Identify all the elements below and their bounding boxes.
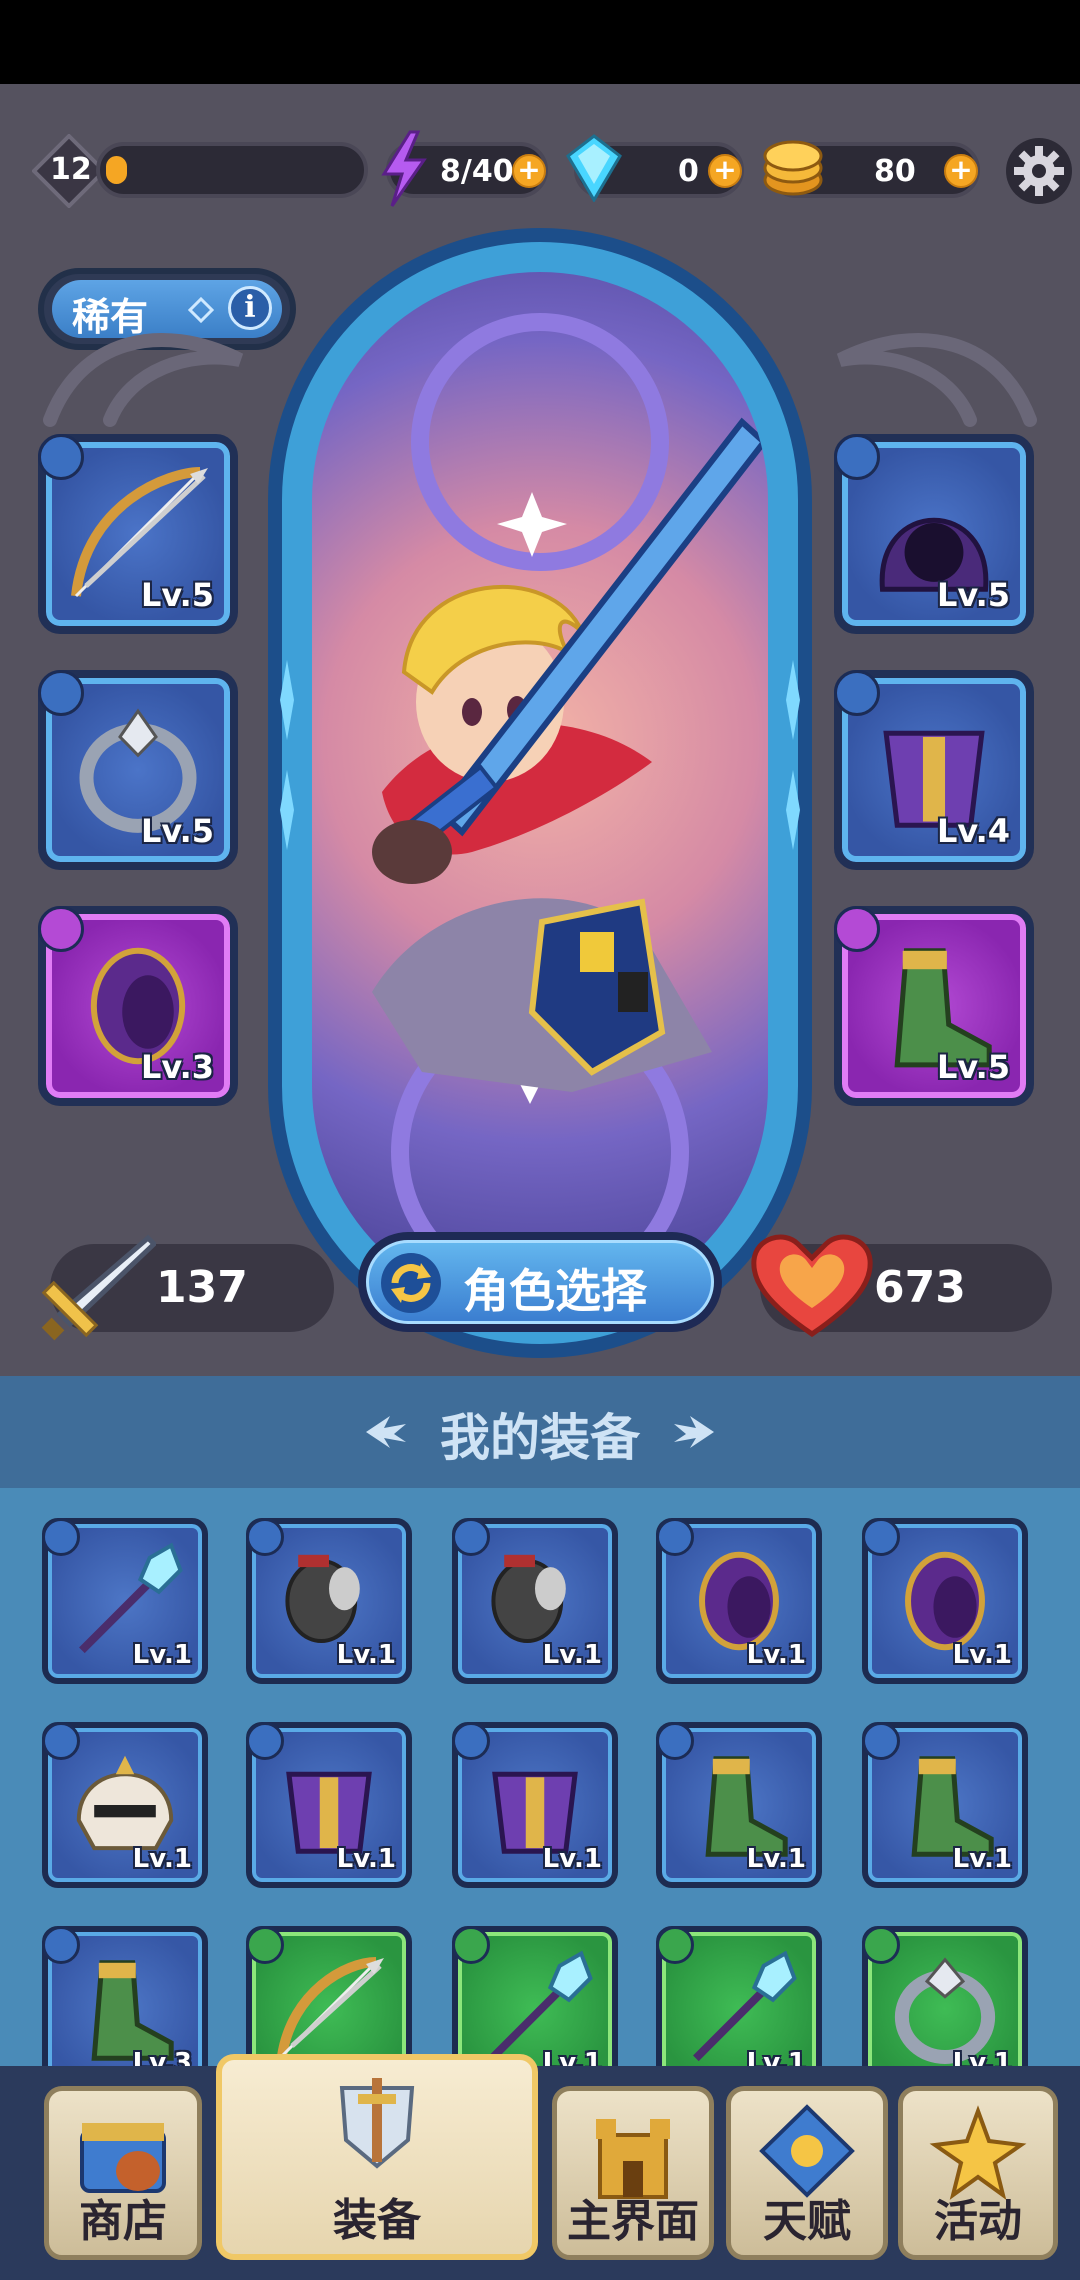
item-type-badge-icon bbox=[246, 1722, 284, 1760]
nav-event-button[interactable]: 活动 bbox=[898, 2086, 1058, 2260]
nav-label: 天赋 bbox=[763, 2196, 851, 2247]
inventory-item[interactable]: Lv.1 bbox=[246, 1722, 412, 1888]
item-level: Lv.1 bbox=[336, 1640, 396, 1670]
item-type-badge-icon bbox=[452, 1926, 490, 1964]
hero-equipment-slot[interactable]: Lv.3 bbox=[38, 906, 238, 1106]
item-level: Lv.1 bbox=[952, 1844, 1012, 1874]
item-type-badge-icon bbox=[246, 1926, 284, 1964]
gem-icon bbox=[566, 134, 622, 202]
inventory-item[interactable]: Lv.1 bbox=[42, 1722, 208, 1888]
item-level: Lv.1 bbox=[952, 1640, 1012, 1670]
inventory-title: 我的装备 bbox=[440, 1409, 640, 1467]
nav-label: 装备 bbox=[333, 2195, 421, 2246]
inventory-item[interactable]: Lv.1 bbox=[862, 1722, 1028, 1888]
nav-label: 活动 bbox=[934, 2196, 1022, 2247]
inventory-header: 我的装备 bbox=[0, 1376, 1080, 1488]
slot-type-badge-icon bbox=[38, 906, 84, 952]
slot-level: Lv.5 bbox=[936, 1048, 1010, 1086]
equipment-icon bbox=[339, 2078, 415, 2169]
gear-icon bbox=[1006, 138, 1072, 204]
status-bar bbox=[0, 0, 1080, 84]
inventory-item[interactable]: Lv.1 bbox=[862, 1518, 1028, 1684]
attack-value: 137 bbox=[156, 1262, 248, 1313]
coin-value: 80 bbox=[874, 154, 916, 189]
nav-equipment-button[interactable]: 装备 bbox=[216, 2054, 538, 2260]
item-type-badge-icon bbox=[862, 1926, 900, 1964]
item-type-badge-icon bbox=[656, 1926, 694, 1964]
item-level: Lv.1 bbox=[542, 1640, 602, 1670]
item-type-badge-icon bbox=[862, 1518, 900, 1556]
slot-level: Lv.5 bbox=[936, 576, 1010, 614]
character-select-pill: 角色选择 bbox=[366, 1240, 714, 1324]
hero-equipment-slot[interactable]: Lv.5 bbox=[38, 434, 238, 634]
nav-castle-button[interactable]: 主界面 bbox=[552, 2086, 714, 2260]
coin-stack-icon bbox=[763, 140, 823, 196]
character-select-label: 角色选择 bbox=[463, 1264, 647, 1318]
lightning-icon bbox=[381, 130, 427, 207]
hp-value: 673 bbox=[874, 1262, 966, 1313]
item-type-badge-icon bbox=[42, 1722, 80, 1760]
add-energy-button[interactable]: + bbox=[512, 154, 546, 188]
add-gems-button[interactable]: + bbox=[708, 154, 742, 188]
nav-label: 商店 bbox=[79, 2196, 167, 2247]
nav-shop-button[interactable]: 商店 bbox=[44, 2086, 202, 2260]
item-level: Lv.1 bbox=[132, 1844, 192, 1874]
sword-attack-icon bbox=[41, 1234, 156, 1341]
slot-type-badge-icon bbox=[38, 670, 84, 716]
level-badge: 12 bbox=[31, 133, 107, 209]
slot-level: Lv.3 bbox=[140, 1048, 214, 1086]
item-type-badge-icon bbox=[452, 1518, 490, 1556]
gem-value: 0 bbox=[678, 154, 699, 189]
slot-level: Lv.4 bbox=[936, 812, 1010, 850]
item-level: Lv.1 bbox=[132, 1640, 192, 1670]
hero-equipment-slot[interactable]: Lv.5 bbox=[834, 906, 1034, 1106]
item-type-badge-icon bbox=[452, 1722, 490, 1760]
level-number: 12 bbox=[50, 152, 92, 187]
inventory-item[interactable]: Lv.1 bbox=[452, 1518, 618, 1684]
item-level: Lv.1 bbox=[542, 1844, 602, 1874]
nav-label: 主界面 bbox=[567, 2196, 699, 2247]
slot-type-badge-icon bbox=[834, 670, 880, 716]
item-type-badge-icon bbox=[42, 1518, 80, 1556]
sparkle-left-icon bbox=[280, 660, 294, 850]
hero-equipment-slot[interactable]: Lv.4 bbox=[834, 670, 1034, 870]
energy-value: 8/40 bbox=[440, 154, 514, 189]
sparkle-right-icon bbox=[786, 660, 800, 850]
xp-bar-fill bbox=[106, 156, 127, 184]
slot-type-badge-icon bbox=[834, 434, 880, 480]
hero-equipment-slot[interactable]: Lv.5 bbox=[834, 434, 1034, 634]
add-coins-button[interactable]: + bbox=[944, 154, 978, 188]
refresh-icon bbox=[381, 1253, 441, 1313]
inventory-item[interactable]: Lv.1 bbox=[656, 1722, 822, 1888]
wing-right-icon bbox=[674, 1416, 714, 1448]
nav-talent-button[interactable]: 天赋 bbox=[726, 2086, 888, 2260]
hero-portrait-frame bbox=[268, 228, 812, 1358]
item-type-badge-icon bbox=[656, 1518, 694, 1556]
inventory-item[interactable]: Lv.1 bbox=[656, 1518, 822, 1684]
item-type-badge-icon bbox=[862, 1722, 900, 1760]
slot-level: Lv.5 bbox=[140, 812, 214, 850]
hero-equipment-slot[interactable]: Lv.5 bbox=[38, 670, 238, 870]
settings-button[interactable] bbox=[1004, 136, 1074, 206]
item-level: Lv.1 bbox=[746, 1640, 806, 1670]
slot-level: Lv.5 bbox=[140, 576, 214, 614]
inventory-item[interactable]: Lv.1 bbox=[246, 1518, 412, 1684]
hero-portrait bbox=[312, 272, 768, 1314]
heart-icon bbox=[751, 1234, 873, 1338]
character-select-button[interactable]: 角色选择 bbox=[358, 1232, 722, 1332]
item-type-badge-icon bbox=[656, 1722, 694, 1760]
xp-bar bbox=[96, 142, 368, 198]
slot-type-badge-icon bbox=[38, 434, 84, 480]
item-type-badge-icon bbox=[42, 1926, 80, 1964]
item-level: Lv.1 bbox=[746, 1844, 806, 1874]
item-type-badge-icon bbox=[246, 1518, 284, 1556]
inventory-item[interactable]: Lv.1 bbox=[42, 1518, 208, 1684]
item-level: Lv.1 bbox=[336, 1844, 396, 1874]
hero-swordsman-illustration bbox=[372, 313, 768, 1301]
inventory-item[interactable]: Lv.1 bbox=[452, 1722, 618, 1888]
slot-type-badge-icon bbox=[834, 906, 880, 952]
